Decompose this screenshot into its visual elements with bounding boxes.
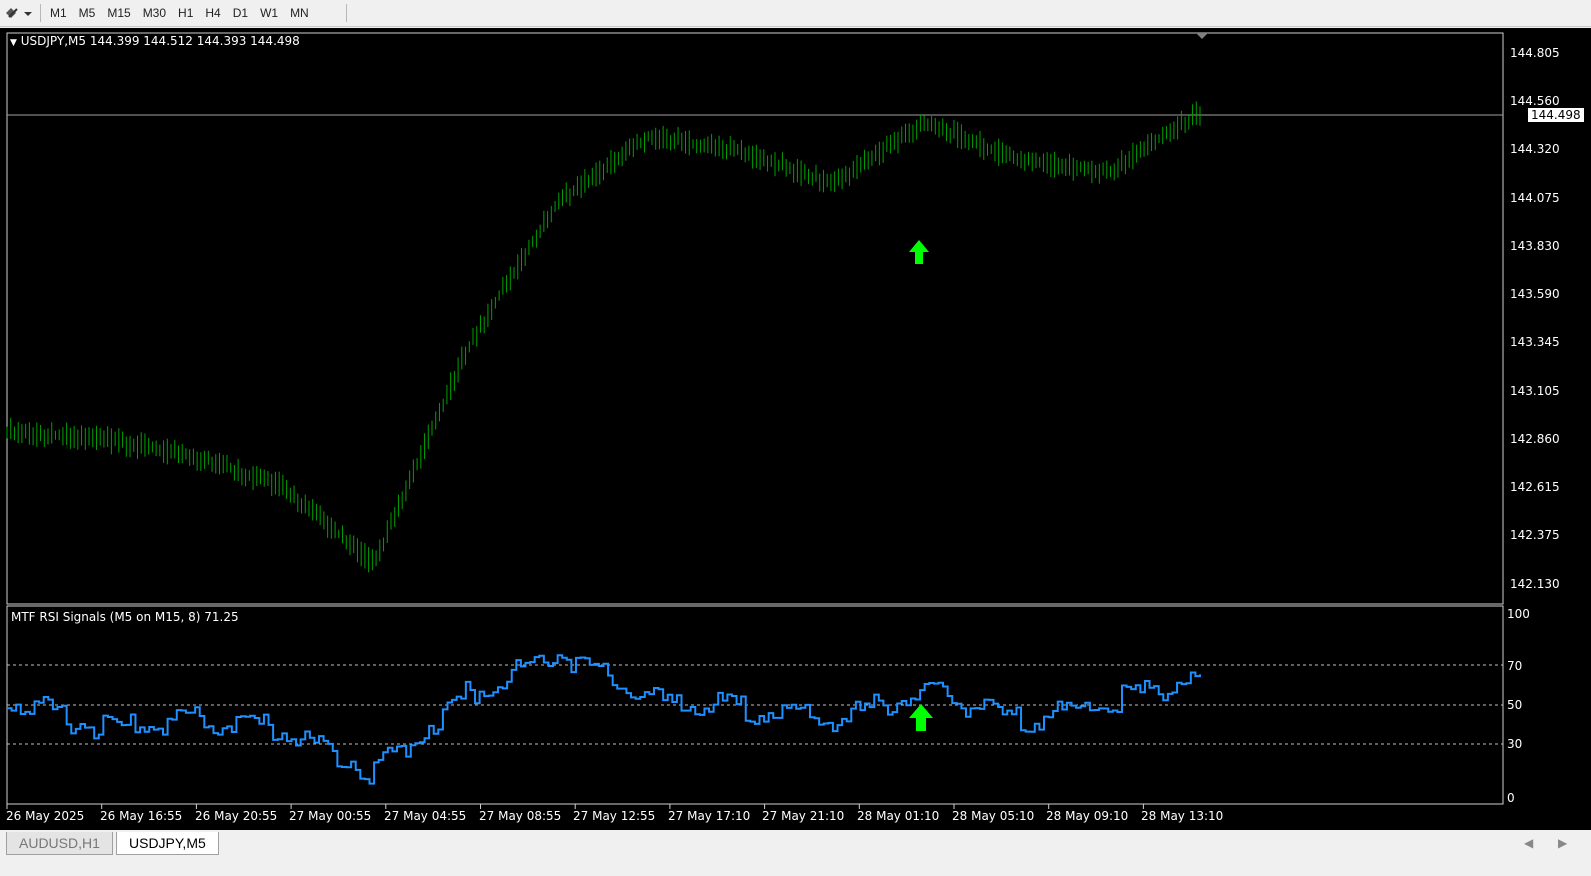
timeframe-w1-button[interactable]: W1 [254,3,284,23]
time-axis-label: 27 May 04:55 [384,809,467,823]
rsi-line [7,654,1201,785]
price-axis-label: 142.375 [1510,528,1560,542]
indicator-info: MTF RSI Signals (M5 on M15, 8) 71.25 [11,610,239,624]
price-axis-label: 143.590 [1510,287,1560,301]
main-chart-frame [6,32,1504,605]
toolbar: M1 M5 M15 M30 H1 H4 D1 W1 MN [0,0,1591,27]
price-axis-label: 143.105 [1510,384,1560,398]
time-axis-label: 26 May 16:55 [100,809,183,823]
time-axis-label: 28 May 09:10 [1046,809,1129,823]
rsi-axis-label: 30 [1507,737,1523,751]
time-axis-label: 27 May 08:55 [479,809,562,823]
price-axis-label: 144.805 [1510,46,1560,60]
timeframe-d1-button[interactable]: D1 [227,3,254,23]
buy-signal-arrow-icon [909,240,929,264]
time-axis-label: 26 May 20:55 [195,809,278,823]
time-axis-label: 27 May 21:10 [762,809,845,823]
chart-shift-marker[interactable] [1196,33,1208,39]
chart-window[interactable]: ▼ USDJPY,M5 144.399 144.512 144.393 144.… [0,28,1591,830]
current-price-tag: 144.498 [1528,108,1584,122]
chart-tabs-bar: AUDUSD,H1 USDJPY,M5 ◀ ▶ [0,830,1591,876]
rsi-axis-label: 50 [1507,698,1523,712]
time-axis-label: 27 May 17:10 [668,809,751,823]
timeframe-h1-button[interactable]: H1 [172,3,199,23]
tab-audusd-h1[interactable]: AUDUSD,H1 [6,832,113,855]
timeframe-group: M1 M5 M15 M30 H1 H4 D1 W1 MN [44,3,315,23]
time-axis-label: 27 May 00:55 [289,809,372,823]
price-axis-label: 142.130 [1510,577,1560,591]
time-axis-label: 27 May 12:55 [573,809,656,823]
chart-canvas[interactable] [0,28,1591,830]
main-chart-info: ▼ USDJPY,M5 144.399 144.512 144.393 144.… [10,34,300,48]
time-axis-label: 28 May 01:10 [857,809,940,823]
rsi-axis-label: 100 [1507,607,1530,621]
timeframe-h4-button[interactable]: H4 [199,3,226,23]
timeframe-m15-button[interactable]: M15 [101,3,136,23]
timeframe-m1-button[interactable]: M1 [44,3,73,23]
price-axis-label: 143.830 [1510,239,1560,253]
price-axis-label: 144.320 [1510,142,1560,156]
main-chart-info-text: USDJPY,M5 144.399 144.512 144.393 144.49… [20,34,300,48]
timeframe-m30-button[interactable]: M30 [137,3,172,23]
price-axis-label: 142.860 [1510,432,1560,446]
time-axis-label: 26 May 2025 [6,809,85,823]
rsi-buy-signal-arrow-icon [909,704,933,731]
chart-tools-icon[interactable] [2,3,36,23]
price-axis-label: 144.075 [1510,191,1560,205]
rsi-axis-label: 70 [1507,659,1523,673]
toolbar-separator [346,4,347,22]
price-axis-label: 144.560 [1510,94,1560,108]
price-axis-label: 143.345 [1510,335,1560,349]
tab-usdjpy-m5[interactable]: USDJPY,M5 [116,832,219,855]
chart-dropdown-icon[interactable]: ▼ [10,38,17,48]
time-axis-label: 28 May 13:10 [1141,809,1224,823]
timeframe-mn-button[interactable]: MN [284,3,315,23]
rsi-axis-label: 0 [1507,791,1515,805]
time-axis-label: 28 May 05:10 [952,809,1035,823]
toolbar-separator [40,4,41,22]
tabs-scroll-left-icon[interactable]: ◀ [1524,836,1533,850]
timeframe-m5-button[interactable]: M5 [73,3,102,23]
price-bars [6,101,1201,573]
tabs-scroll-right-icon[interactable]: ▶ [1558,836,1567,850]
price-axis-label: 142.615 [1510,480,1560,494]
